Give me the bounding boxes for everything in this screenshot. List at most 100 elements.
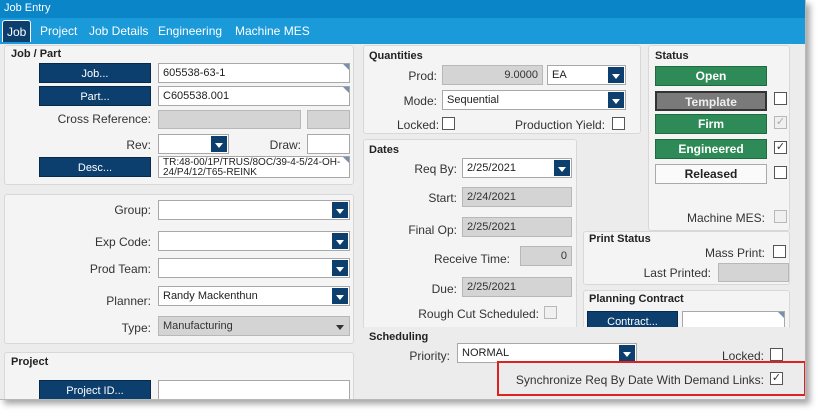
job-value: 605538-63-1 (163, 67, 226, 79)
tab-job-details[interactable]: Job Details (86, 20, 151, 42)
engineered-status-button[interactable]: Engineered (655, 139, 767, 159)
tab-strip: Job Project Job Details Engineering Mach… (0, 18, 805, 44)
scheduling-title: Scheduling (369, 331, 429, 343)
mass-print-checkbox[interactable] (773, 245, 786, 258)
production-yield-label: Production Yield: (515, 118, 606, 132)
prod-team-label: Prod Team: (89, 262, 151, 276)
chevron-down-icon[interactable] (332, 233, 348, 249)
uom-dropdown[interactable]: EA (547, 65, 626, 85)
mode-dropdown[interactable]: Sequential (442, 90, 626, 110)
dates-title: Dates (369, 144, 399, 156)
template-status-button[interactable]: Template (655, 91, 767, 111)
part-button[interactable]: Part... (39, 86, 151, 106)
priority-label: Priority: (409, 349, 450, 363)
draw-label: Draw: (269, 138, 301, 152)
calendar-dropdown-icon[interactable] (554, 160, 570, 176)
final-op-date-field: 2/25/2021 (462, 217, 572, 237)
receive-time-label: Receive Time: (433, 252, 510, 266)
production-yield-checkbox[interactable] (612, 117, 625, 130)
engineered-checkbox[interactable]: ✓ (774, 141, 787, 154)
exp-code-dropdown[interactable] (158, 231, 350, 251)
type-dropdown[interactable]: Manufacturing (158, 316, 350, 336)
receive-time-field: 0 (520, 246, 572, 266)
chevron-down-icon[interactable] (619, 345, 635, 361)
project-panel: Project Project ID... (4, 352, 354, 399)
rough-cut-scheduled-label: Rough Cut Scheduled: (418, 307, 539, 321)
released-status-button[interactable]: Released (655, 164, 767, 184)
group-dropdown[interactable] (158, 200, 350, 220)
released-checkbox[interactable] (774, 166, 787, 179)
req-by-label: Req By: (414, 162, 457, 176)
start-label: Start: (428, 191, 457, 205)
group-panel: Group: Exp Code: Prod Team: Planner: Ran… (4, 194, 354, 344)
window-title: Job Entry (0, 0, 805, 18)
machine-mes-label: Machine MES: (686, 211, 765, 225)
firm-status-button[interactable]: Firm (655, 114, 767, 134)
rev-dropdown[interactable] (158, 134, 229, 154)
quantities-title: Quantities (369, 50, 423, 62)
tab-machine-mes[interactable]: Machine MES (232, 20, 313, 42)
desc-field[interactable]: TR:48-00/1P/TRUS/8OC/39-4-5/24-OH-24/P4/… (158, 156, 350, 178)
dates-panel: Dates Req By: 2/25/2021 Start: 2/24/2021… (363, 139, 577, 329)
group-label: Group: (114, 203, 151, 217)
machine-mes-checkbox[interactable] (774, 210, 787, 223)
field-corner-marker (343, 87, 349, 93)
planner-dropdown[interactable]: Randy Mackenthun (158, 286, 350, 306)
quantities-panel: Quantities Prod: 9.0000 EA Mode: Sequent… (363, 45, 641, 134)
open-status-button[interactable]: Open (655, 66, 767, 86)
prod-label: Prod: (408, 69, 437, 83)
rough-cut-scheduled-checkbox[interactable] (544, 306, 557, 319)
field-corner-marker (778, 312, 784, 318)
status-panel: Status Open Template Firm ✓ Engineered ✓… (648, 45, 790, 231)
rev-label: Rev: (126, 138, 151, 152)
prod-quantity-field: 9.0000 (442, 65, 543, 85)
locked-checkbox[interactable] (442, 117, 455, 130)
priority-dropdown[interactable]: NORMAL (457, 343, 637, 363)
job-part-title: Job / Part (11, 48, 62, 60)
cross-reference-field (158, 110, 301, 129)
exp-code-label: Exp Code: (94, 235, 151, 249)
cross-reference-extra-field (307, 110, 350, 129)
firm-checkbox[interactable]: ✓ (774, 116, 787, 129)
project-id-button[interactable]: Project ID... (39, 380, 151, 399)
project-id-field[interactable] (158, 380, 350, 399)
uom-value: EA (552, 69, 567, 81)
part-value: C605538.001 (163, 90, 230, 102)
tab-engineering[interactable]: Engineering (155, 20, 225, 42)
status-title: Status (655, 50, 689, 62)
chevron-down-icon[interactable] (211, 136, 227, 152)
job-part-panel: Job / Part Job... 605538-63-1 Part... C6… (4, 45, 354, 185)
chevron-down-icon[interactable] (332, 260, 348, 276)
field-corner-marker (343, 64, 349, 70)
mass-print-label: Mass Print: (704, 246, 765, 260)
scheduling-locked-checkbox[interactable] (770, 348, 783, 361)
chevron-down-icon[interactable] (608, 67, 624, 83)
highlight-box (497, 361, 805, 396)
tab-job[interactable]: Job (2, 20, 32, 42)
due-date-field: 2/25/2021 (462, 277, 572, 297)
field-corner-marker (343, 157, 349, 163)
chevron-down-icon[interactable] (332, 318, 348, 334)
job-button[interactable]: Job... (39, 63, 151, 83)
priority-value: NORMAL (462, 347, 510, 359)
template-checkbox[interactable] (774, 92, 787, 105)
chevron-down-icon[interactable] (332, 202, 348, 218)
prod-team-dropdown[interactable] (158, 258, 350, 278)
project-title: Project (11, 356, 49, 368)
req-by-date-field[interactable]: 2/25/2021 (462, 158, 572, 178)
mode-label: Mode: (403, 94, 437, 108)
mode-value: Sequential (447, 94, 499, 106)
part-field[interactable]: C605538.001 (158, 86, 350, 106)
locked-label: Locked: (397, 118, 440, 132)
due-label: Due: (431, 282, 457, 296)
chevron-down-icon[interactable] (332, 288, 348, 304)
job-field[interactable]: 605538-63-1 (158, 63, 350, 83)
desc-button[interactable]: Desc... (39, 157, 151, 177)
last-printed-label: Last Printed: (643, 266, 711, 280)
draw-field[interactable] (307, 134, 350, 154)
tab-project[interactable]: Project (37, 20, 80, 42)
start-date-field: 2/24/2021 (462, 187, 572, 207)
planning-contract-title: Planning Contract (589, 293, 684, 305)
planner-label: Planner: (106, 294, 151, 308)
chevron-down-icon[interactable] (608, 92, 624, 108)
